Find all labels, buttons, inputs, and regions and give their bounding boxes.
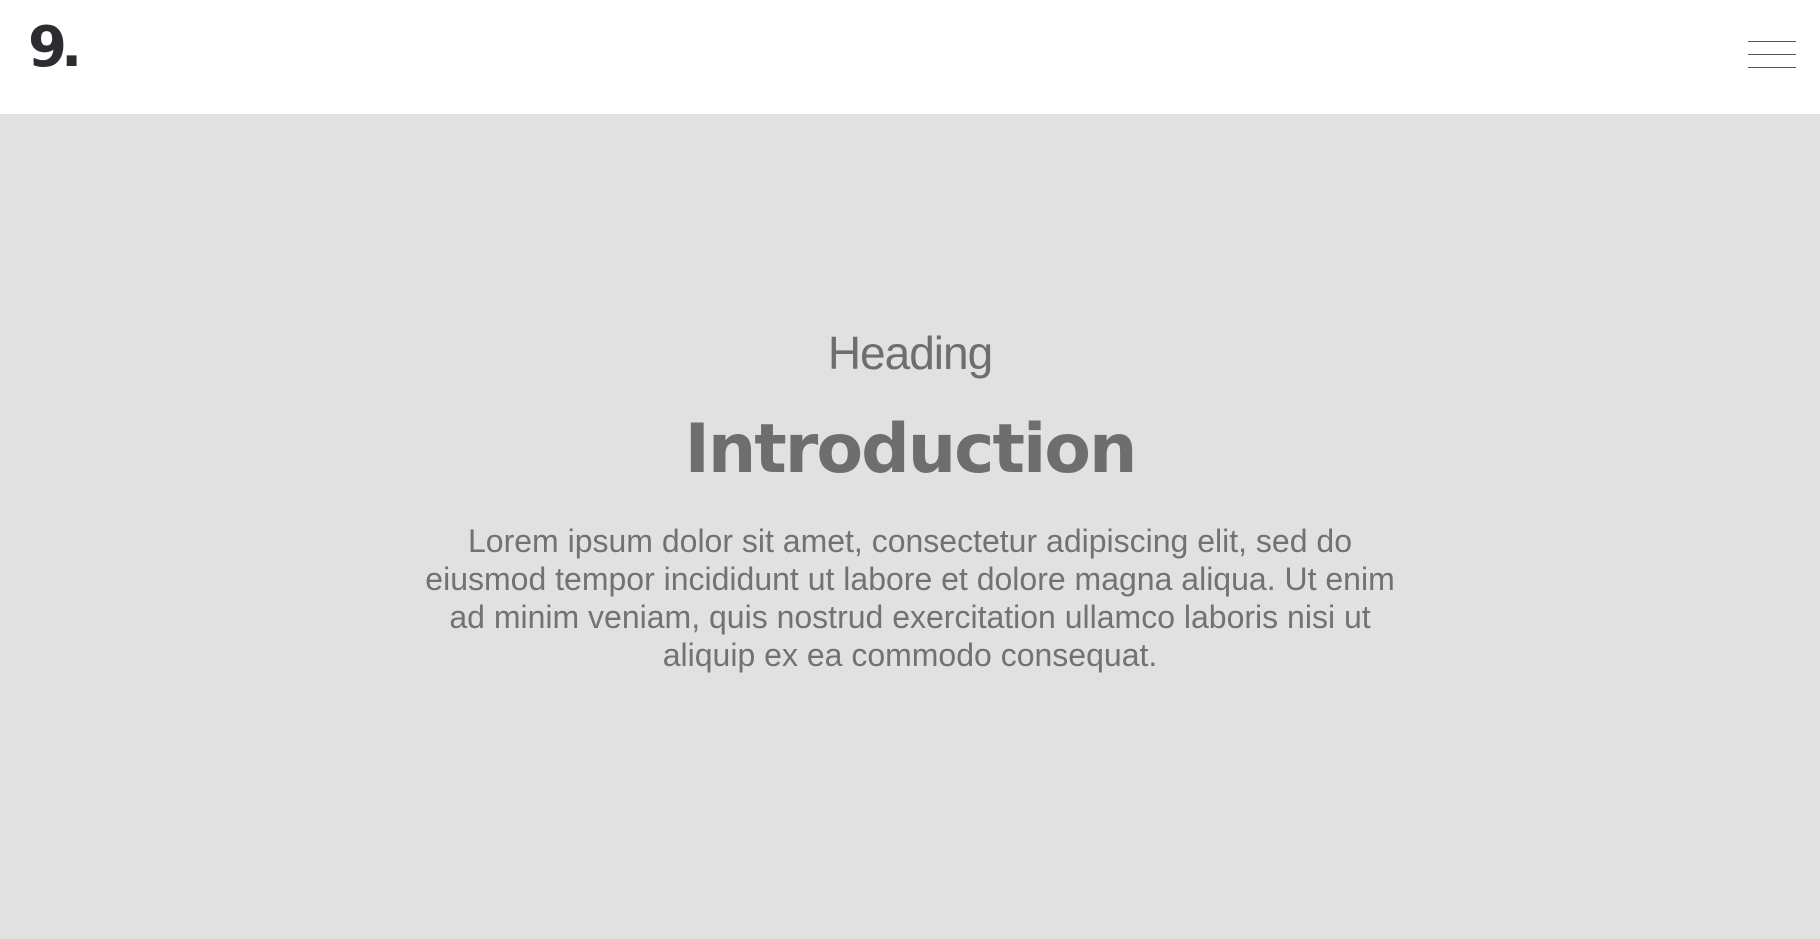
hero-section: Heading Introduction Lorem ipsum dolor s… (0, 114, 1820, 939)
site-header: 9. (0, 0, 1820, 114)
menu-bar-bottom (1748, 67, 1796, 68)
hero-subheading: Heading (827, 327, 993, 379)
menu-bar-middle (1748, 54, 1796, 55)
hero-title: Introduction (684, 410, 1138, 489)
menu-bar-top (1748, 41, 1796, 42)
logo[interactable]: 9. (28, 20, 82, 76)
hamburger-menu-icon[interactable] (1748, 40, 1798, 70)
hero-body-text: Lorem ipsum dolor sit amet, consectetur … (425, 523, 1395, 673)
